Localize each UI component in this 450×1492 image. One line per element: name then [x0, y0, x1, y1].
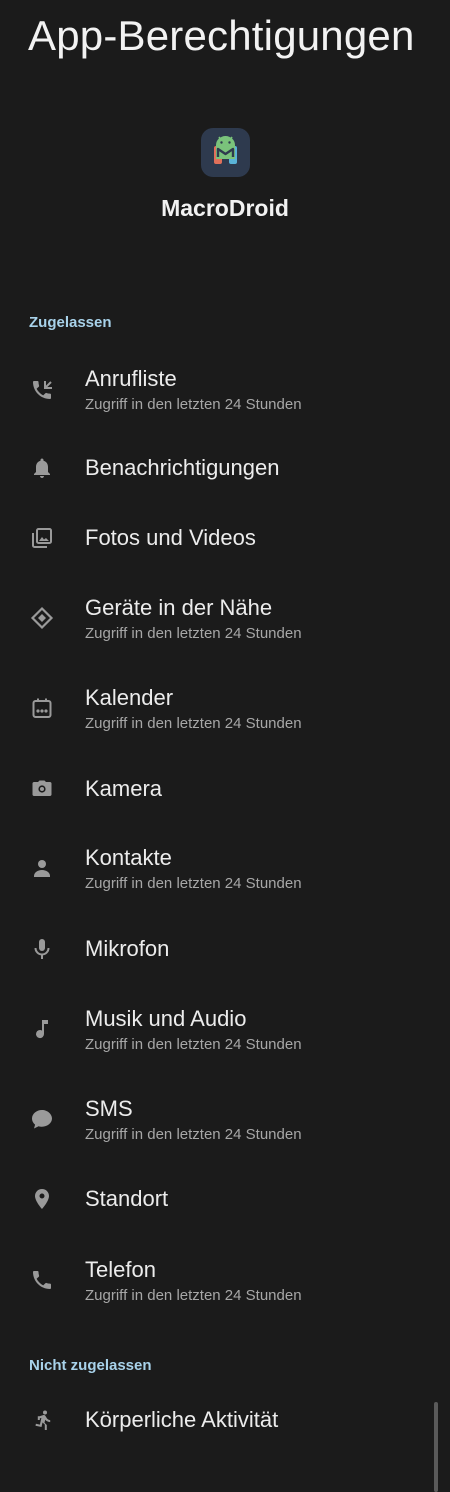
permission-title: Geräte in der Nähe: [85, 595, 273, 620]
permission-subtitle: Zugriff in den letzten 24 Stunden: [85, 1036, 302, 1053]
person-icon: [30, 856, 54, 880]
permission-subtitle: Zugriff in den letzten 24 Stunden: [85, 715, 302, 732]
permission-row-kalender[interactable]: Kalender Zugriff in den letzten 24 Stund…: [0, 680, 420, 750]
permission-row-geraete-in-der-naehe[interactable]: Geräte in der Nähe Zugriff in den letzte…: [0, 590, 420, 660]
permission-title: Kontakte: [85, 845, 172, 870]
app-icon: [201, 128, 250, 177]
section-header-allowed: Zugelassen: [29, 314, 112, 331]
permission-subtitle: Zugriff in den letzten 24 Stunden: [85, 625, 302, 642]
permission-title: Anrufliste: [85, 366, 177, 391]
permission-row-kontakte[interactable]: Kontakte Zugriff in den letzten 24 Stund…: [0, 840, 420, 910]
permission-subtitle: Zugriff in den letzten 24 Stunden: [85, 875, 302, 892]
permission-subtitle: Zugriff in den letzten 24 Stunden: [85, 1126, 302, 1143]
bell-icon: [30, 456, 54, 480]
permission-title: SMS: [85, 1096, 133, 1121]
nearby-devices-icon: [30, 606, 54, 630]
permission-row-kamera[interactable]: Kamera: [0, 754, 420, 824]
permission-title: Körperliche Aktivität: [85, 1407, 279, 1432]
section-header-denied: Nicht zugelassen: [29, 1357, 152, 1374]
page-title: App-Berechtigungen: [28, 12, 415, 59]
microphone-icon: [30, 937, 54, 961]
permission-row-standort[interactable]: Standort: [0, 1164, 420, 1234]
permission-row-benachrichtigungen[interactable]: Benachrichtigungen: [0, 433, 420, 503]
permission-title: Fotos und Videos: [85, 525, 256, 550]
permission-subtitle: Zugriff in den letzten 24 Stunden: [85, 1287, 302, 1304]
permission-title: Telefon: [85, 1257, 156, 1282]
scrollbar[interactable]: [434, 1402, 438, 1492]
permission-row-telefon[interactable]: Telefon Zugriff in den letzten 24 Stunde…: [0, 1252, 420, 1322]
camera-icon: [30, 777, 54, 801]
permission-title: Musik und Audio: [85, 1006, 247, 1031]
running-person-icon: [30, 1408, 54, 1432]
calendar-icon: [30, 696, 54, 720]
permission-row-fotos-und-videos[interactable]: Fotos und Videos: [0, 503, 420, 573]
permission-title: Kamera: [85, 776, 163, 801]
permission-title: Standort: [85, 1186, 169, 1211]
music-note-icon: [30, 1017, 54, 1041]
permission-row-sms[interactable]: SMS Zugriff in den letzten 24 Stunden: [0, 1091, 420, 1161]
app-name: MacroDroid: [161, 195, 289, 221]
permission-title: Benachrichtigungen: [85, 455, 280, 480]
permission-row-musik-und-audio[interactable]: Musik und Audio Zugriff in den letzten 2…: [0, 1001, 420, 1071]
permission-row-anrufliste[interactable]: Anrufliste Zugriff in den letzten 24 Stu…: [0, 360, 420, 430]
location-pin-icon: [30, 1187, 54, 1211]
permission-title: Kalender: [85, 685, 174, 710]
phone-icon: [30, 1268, 54, 1292]
permission-row-mikrofon[interactable]: Mikrofon: [0, 914, 420, 984]
permission-title: Mikrofon: [85, 936, 170, 961]
photo-library-icon: [30, 526, 54, 550]
call-log-icon: [30, 378, 54, 402]
permission-subtitle: Zugriff in den letzten 24 Stunden: [85, 396, 302, 413]
chat-bubble-icon: [30, 1107, 54, 1131]
permission-row-koerperliche-aktivitaet[interactable]: Körperliche Aktivität: [0, 1385, 420, 1455]
